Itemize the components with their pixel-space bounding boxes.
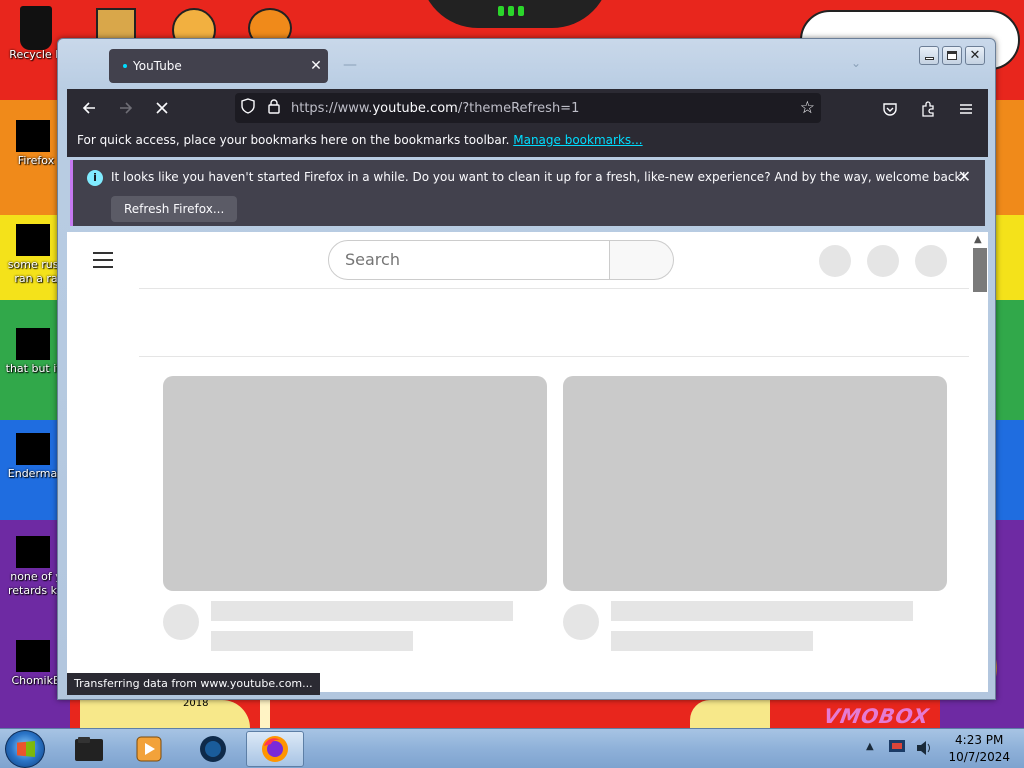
address-bar[interactable]: https://www.youtube.com/?themeRefresh=1 … [235,93,821,123]
extensions-button[interactable] [912,93,944,125]
close-window-button[interactable]: ✕ [965,46,985,65]
wallpaper-shape [690,700,770,728]
bookmarks-toolbar: For quick access, place your bookmarks h… [67,127,988,157]
firefox-window: ✕ YouTube ✕ — ⌄ https://www.youtube.com/… [57,38,996,700]
lock-icon[interactable] [261,98,287,118]
meta-placeholder [211,631,413,651]
scroll-up-icon[interactable]: ▲ [974,234,982,245]
url-text: https://www.youtube.com/?themeRefresh=1 [291,100,580,116]
clock[interactable]: 4:23 PM 10/7/2024 [948,732,1010,766]
page-content: Search ▲ [67,232,988,692]
tab-title: YouTube [133,59,182,73]
file-icon [16,433,50,465]
taskbar-media-player[interactable] [120,731,178,767]
shield-icon[interactable] [235,98,261,118]
arrow-left-icon [82,102,95,114]
manage-bookmarks-link[interactable]: Manage bookmarks... [513,133,642,147]
maximize-icon [947,51,957,60]
hamster-icon [16,640,50,672]
toolbar-right [874,93,982,125]
clock-date: 10/7/2024 [948,750,1010,764]
wallpaper-dark-shape [420,0,610,28]
channel-avatar-placeholder [563,604,599,640]
media-player-icon [136,736,162,762]
wallpaper-shape [260,700,270,728]
menu-button[interactable] [950,93,982,125]
globe-icon [200,736,226,762]
refresh-firefox-button[interactable]: Refresh Firefox... [111,196,238,222]
windows-logo-icon [17,741,35,757]
channel-avatar-placeholder [163,604,199,640]
recycle-bin-icon [20,6,52,50]
firefox-icon [16,120,50,152]
notification-message: It looks like you haven't started Firefo… [111,170,967,184]
window-controls: ✕ [919,46,985,65]
firefox-icon [262,736,288,762]
puzzle-icon [922,101,934,117]
loading-dot-icon [123,64,127,68]
forward-button[interactable] [110,92,142,124]
tab-list-icon[interactable]: ⌄ [851,56,861,70]
page-scrollbar[interactable]: ▲ [970,232,988,692]
tab-close-icon[interactable]: ✕ [304,58,328,74]
wallpaper-watermark: VMOBOX [821,704,932,728]
wallpaper-shape [80,700,250,728]
volume-icon[interactable] [914,738,934,758]
refresh-firefox-notification: i It looks like you haven't started Fire… [70,160,985,226]
clock-time: 4:23 PM [955,733,1004,747]
meta-placeholder [611,631,813,651]
file-icon [16,224,50,256]
notification-close-icon[interactable]: ✕ [958,167,971,186]
file-icon [16,328,50,360]
navigation-toolbar: https://www.youtube.com/?themeRefresh=1 … [67,89,988,127]
tab-youtube[interactable]: YouTube ✕ [109,49,328,83]
info-icon: i [87,170,103,186]
folder-icon [75,737,103,761]
placeholder-circle [819,245,851,277]
video-thumbnail-placeholder [163,376,547,591]
scrollbar-thumb[interactable] [973,248,987,292]
close-icon: ✕ [969,48,981,63]
minimize-button[interactable] [919,46,939,65]
new-tab-icon[interactable]: — [343,57,357,73]
taskbar-app[interactable] [184,731,242,767]
arrow-right-icon [120,102,133,114]
status-panel: Transferring data from www.youtube.com..… [67,673,320,695]
divider [139,356,969,357]
video-thumbnail-placeholder [563,376,947,591]
pocket-icon [883,103,897,116]
network-icon[interactable] [888,738,910,758]
maximize-button[interactable] [942,46,962,65]
bookmark-star-icon[interactable]: ☆ [800,98,815,118]
hamburger-menu-icon [960,104,972,114]
minimize-icon [924,57,934,60]
placeholder-circle [867,245,899,277]
title-placeholder [211,601,513,621]
taskbar: ▲ 4:23 PM 10/7/2024 [0,728,1024,768]
bookmarks-hint-text: For quick access, place your bookmarks h… [77,133,510,147]
stop-loading-button[interactable] [146,92,178,124]
taskbar-explorer[interactable] [60,731,118,767]
taskbar-firefox[interactable] [246,731,304,767]
back-button[interactable] [73,92,105,124]
youtube-search-button[interactable] [610,240,674,280]
system-tray: ▲ 4:23 PM 10/7/2024 [862,729,1024,768]
youtube-search-input[interactable]: Search [328,240,610,280]
start-button[interactable] [5,730,45,768]
pocket-button[interactable] [874,93,906,125]
placeholder-circle [915,245,947,277]
divider [139,288,969,289]
file-icon [16,536,50,568]
title-placeholder [611,601,913,621]
youtube-menu-icon[interactable] [93,252,113,273]
show-hidden-icons[interactable]: ▲ [866,741,874,752]
stop-icon [156,102,168,114]
